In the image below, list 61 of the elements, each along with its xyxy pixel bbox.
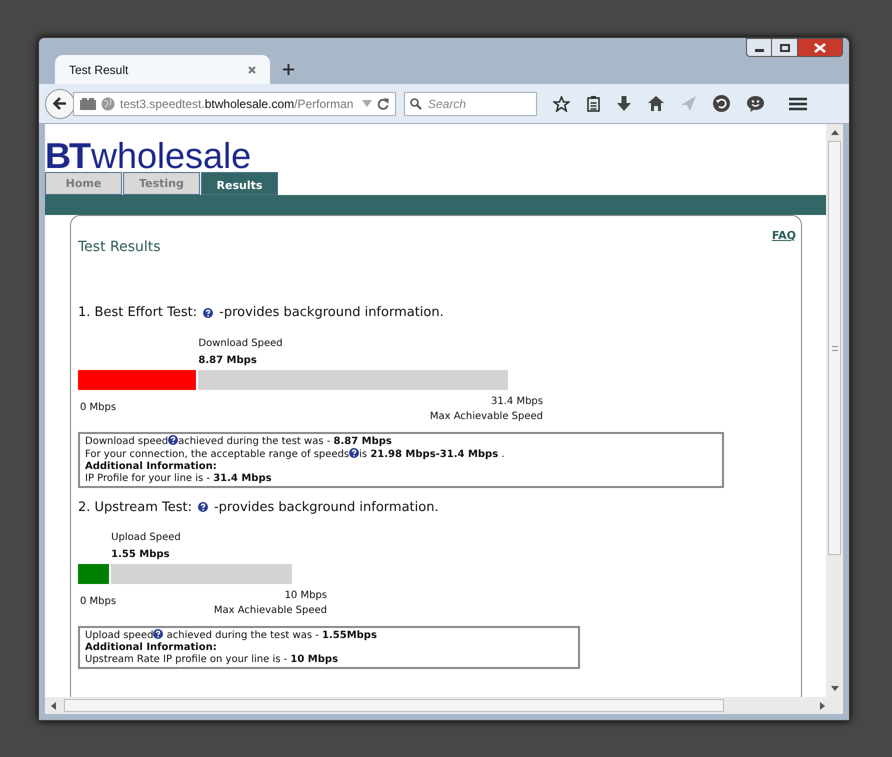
scale-max: 10 Mbps: [284, 589, 327, 603]
close-button[interactable]: [798, 38, 843, 57]
horizontal-scrollbar[interactable]: [45, 697, 843, 714]
gauge-value: 1.55 Mbps: [111, 548, 171, 562]
section-note: -provides background information.: [214, 498, 439, 516]
info-text: Upstream Rate IP profile on your line is - 10 Mbps: [85, 654, 338, 665]
home-icon[interactable]: [648, 96, 664, 111]
scroll-down-icon[interactable]: [830, 686, 838, 691]
logo: BTwholesale: [45, 134, 252, 172]
minimize-button[interactable]: [746, 38, 772, 57]
info-text: is 21.98 Mbps-31.4 Mbps .: [359, 448, 505, 460]
menu-icon[interactable]: [789, 96, 807, 110]
tab-title: Test Result: [69, 62, 128, 78]
globe-icon: [101, 96, 115, 110]
back-button[interactable]: [45, 88, 75, 118]
page-heading: Test Results: [78, 238, 161, 257]
scroll-left-icon[interactable]: [51, 702, 56, 710]
help-icon[interactable]: [198, 502, 208, 512]
section-title: 1. Best Effort Test:: [78, 304, 198, 322]
info-text: achieved during the test was - 8.87 Mbps: [178, 436, 392, 446]
maximize-button[interactable]: [772, 38, 798, 57]
scale-min: 0 Mbps: [80, 595, 116, 609]
reload-icon[interactable]: [377, 98, 389, 110]
star-icon[interactable]: [553, 96, 570, 112]
info-heading: Additional Information:: [85, 642, 217, 653]
help-icon[interactable]: [153, 629, 164, 639]
faq-link[interactable]: FAQ: [772, 228, 796, 244]
scroll-right-icon[interactable]: [820, 702, 825, 710]
new-tab-icon[interactable]: [283, 64, 294, 75]
download-icon[interactable]: [617, 96, 631, 111]
section-title: 2. Upstream Test:: [78, 498, 192, 516]
browser-tab[interactable]: Test Result: [55, 55, 270, 84]
gauge-label: Upload Speed: [111, 531, 182, 545]
info-text: achieved during the test was - 1.55Mbps: [166, 630, 377, 641]
gauge-label: Download Speed: [198, 336, 284, 350]
help-icon[interactable]: [349, 448, 360, 458]
help-icon[interactable]: [168, 434, 178, 444]
close-tab-icon[interactable]: [248, 66, 256, 74]
history-icon[interactable]: [713, 95, 730, 112]
page-icon[interactable]: [80, 98, 96, 110]
info-heading: Additional Information:: [85, 460, 217, 472]
scale-caption: Max Achievable Speed: [214, 604, 327, 618]
nav-tab[interactable]: Results: [201, 172, 278, 195]
clipboard-icon[interactable]: [587, 96, 600, 112]
section-note: -provides background information.: [219, 304, 444, 322]
scale-min: 0 Mbps: [80, 400, 116, 414]
back-arrow-icon: [53, 97, 67, 110]
search-icon: [410, 98, 422, 110]
info-text: Download speed: [85, 436, 168, 446]
scale-max: 31.4 Mbps: [491, 394, 543, 408]
vertical-scrollbar[interactable]: [826, 124, 843, 697]
info-text: For your connection, the acceptable range of speeds: [85, 448, 350, 460]
close-icon: [814, 42, 826, 52]
scale-caption: Max Achievable Speed: [430, 410, 543, 424]
smiley-icon[interactable]: [747, 96, 764, 112]
scroll-up-icon[interactable]: [830, 130, 838, 135]
info-text: Upload speed: [85, 630, 154, 641]
search-field[interactable]: Search: [404, 92, 537, 116]
gauge-value: 8.87 Mbps: [198, 354, 258, 368]
help-icon[interactable]: [203, 308, 214, 318]
info-text: IP Profile for your line is - 31.4 Mbps: [85, 472, 272, 484]
